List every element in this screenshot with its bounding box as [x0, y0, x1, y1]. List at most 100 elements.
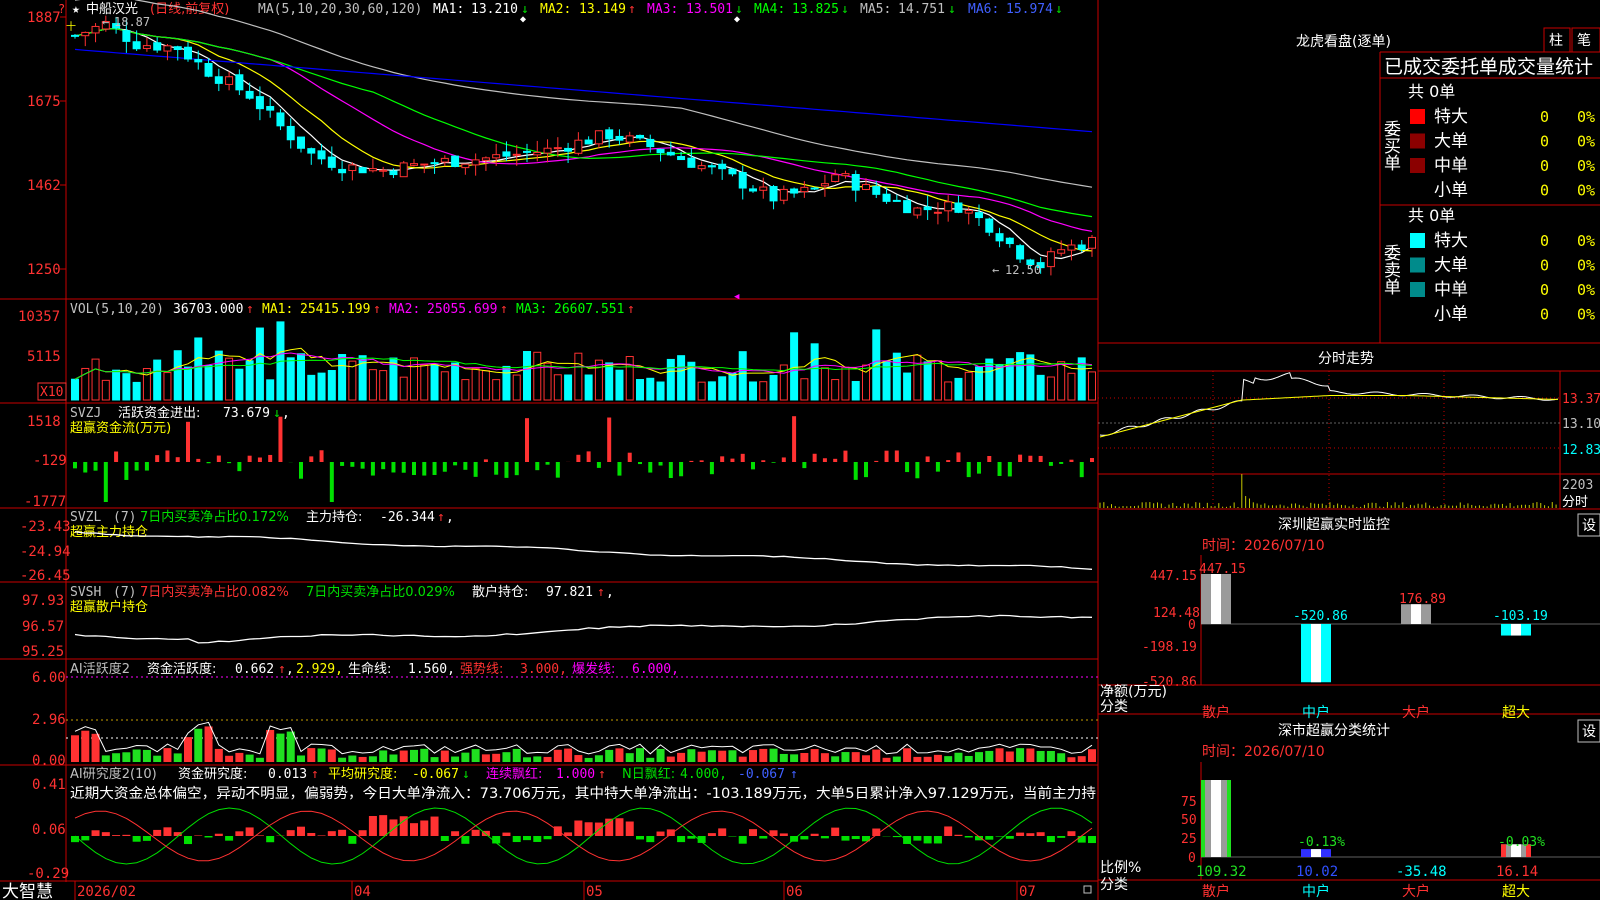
research-bar	[297, 826, 305, 836]
buy-row-label: 特大	[1434, 107, 1468, 127]
svzl-axis: -23.43 -24.94 -26.45	[20, 519, 71, 584]
activity-bar	[892, 756, 901, 762]
burst-line-value: 6.000,	[632, 662, 679, 677]
ma5-arrow-icon: ↓	[948, 2, 956, 17]
research-bar	[1046, 836, 1055, 843]
volume-bar	[1046, 376, 1055, 401]
fund-flow-bar	[1038, 455, 1043, 462]
activity-bar	[1067, 757, 1076, 762]
volume-bar	[533, 351, 542, 401]
research-bar	[184, 836, 192, 845]
activity-bar	[954, 752, 963, 762]
candle-body	[276, 112, 285, 127]
research-bar	[204, 836, 213, 838]
fund-flow-bar	[83, 462, 88, 473]
research-bar	[923, 836, 932, 844]
svsh-tick: 96.57	[22, 619, 64, 635]
activity-bar	[574, 755, 583, 762]
intraday-volume-tick: 2203	[1562, 478, 1593, 493]
extreme-markers: ← 18.87 ← 12.50	[102, 15, 1041, 277]
research-bar	[933, 836, 942, 844]
volume-bar	[851, 381, 860, 401]
candle-body	[605, 129, 614, 140]
volume-bar	[399, 376, 408, 401]
ratio-value: 109.32	[1196, 864, 1247, 880]
research-bar	[440, 836, 449, 841]
candlesticks[interactable]	[71, 15, 1096, 276]
activity-bar	[471, 749, 480, 762]
event-diamond-icon: ◆	[734, 14, 740, 25]
candle-body	[502, 151, 511, 157]
candle-body	[769, 186, 778, 202]
activity-bar	[933, 754, 942, 762]
candle-body	[749, 188, 757, 192]
volume-bar	[933, 360, 942, 401]
fund-flow-bar	[1028, 455, 1033, 462]
activity-bar	[512, 748, 521, 762]
activity-bar	[584, 757, 593, 762]
net-flow-bar-highlight	[1211, 574, 1221, 624]
research-bar	[1067, 831, 1076, 836]
vol-header: VOL(5,10,20) 36703.000 ↑ MA1: 25415.199 …	[70, 302, 635, 317]
ma3-label: MA3:	[647, 2, 678, 17]
research-bar	[543, 836, 552, 840]
volume-bar	[749, 381, 757, 401]
activity-bar	[461, 752, 470, 762]
research-bar	[368, 816, 377, 836]
candle-body	[317, 150, 326, 160]
research-bar	[615, 818, 624, 836]
fund-flow-bar	[525, 418, 529, 462]
candle-body	[903, 200, 912, 214]
fund-flow-bar	[864, 462, 868, 478]
candle-body	[194, 59, 203, 63]
svzl-name: SVZL	[70, 510, 101, 525]
research-bar	[636, 836, 644, 840]
stock-terminal: ★ 中船汉光 (日线,前复权) MA(5,10,20,30,60,120) MA…	[0, 0, 1600, 900]
activity-bar	[1077, 756, 1086, 762]
terminal-canvas[interactable]: ★ 中船汉光 (日线,前复权) MA(5,10,20,30,60,120) MA…	[0, 0, 1600, 900]
activity-bar	[317, 748, 326, 762]
fund-flow-bar	[648, 462, 653, 473]
fund-flow-bar	[144, 462, 149, 471]
research-bars	[71, 815, 1096, 845]
fund-flow-bar	[946, 460, 951, 462]
fund-flow-bar	[555, 462, 560, 478]
retail-holding-line	[74, 614, 1093, 644]
buy-row-count: 0	[1540, 182, 1549, 200]
research-bar	[71, 836, 79, 843]
vol-unit: X10	[37, 382, 67, 401]
sell-row-label: 特大	[1434, 231, 1468, 251]
ai-research-arrow-icon: ↑	[311, 767, 319, 782]
burst-line-label: 爆发线:	[572, 661, 615, 677]
svzl-value: -26.344	[380, 510, 435, 525]
candle-body	[389, 170, 398, 176]
candle-body	[985, 218, 994, 233]
fund-flow-bar	[483, 459, 488, 462]
volume-bar	[214, 350, 223, 401]
fund-flow-bar	[884, 450, 889, 462]
ratio-bar-edge	[1201, 780, 1205, 857]
volume-bar	[71, 378, 79, 401]
candle-body	[122, 30, 131, 42]
volume-bar	[101, 379, 110, 401]
category-label: 散户	[1202, 704, 1230, 721]
activity-bar	[1026, 748, 1035, 762]
candle-body	[625, 135, 634, 143]
candle-body	[523, 150, 531, 153]
volume-bar	[194, 337, 203, 401]
fund-flow-bar	[822, 458, 827, 462]
candle-body	[666, 151, 675, 156]
candle-body	[297, 136, 305, 149]
activity-bar	[153, 755, 162, 762]
volume-bar	[892, 352, 901, 401]
star-icon[interactable]: ★	[72, 2, 80, 17]
sell-color-swatch	[1410, 282, 1425, 297]
volume-bar	[769, 374, 778, 401]
fund-flow-bar	[709, 462, 714, 475]
ai-active-tick: 2.96	[32, 712, 66, 728]
buy-row-pct: 0%	[1577, 108, 1595, 126]
activity-bar	[194, 728, 203, 762]
activity-bar	[1005, 751, 1014, 762]
lock-icon[interactable]	[1083, 885, 1092, 894]
intraday-timeframe-label: 分时	[1562, 495, 1588, 510]
